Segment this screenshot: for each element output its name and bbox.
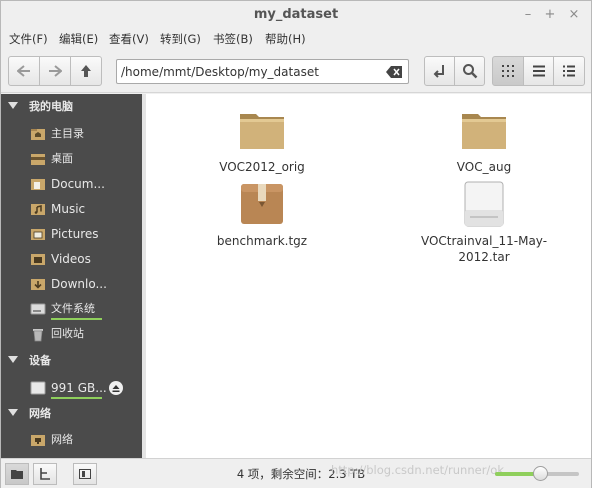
- tar-file-icon: [464, 181, 504, 227]
- sidebar-item-pictures[interactable]: Pictures: [1, 222, 142, 246]
- window-title: my_dataset: [253, 7, 339, 22]
- sidebar-section-label: 网络: [29, 407, 51, 420]
- sidebar-item-music[interactable]: Music: [1, 197, 142, 221]
- sidebar-item-disk[interactable]: 991 GB...: [1, 376, 142, 400]
- file-name: VOC_aug: [456, 160, 512, 174]
- show-tree-button[interactable]: [33, 463, 57, 485]
- minimize-button[interactable]: –: [520, 7, 536, 23]
- file-item[interactable]: VOCtrainval_11-May-2012.tar: [414, 180, 554, 265]
- list-view-icon: [532, 65, 545, 77]
- sidebar-item-trash[interactable]: 回收站: [1, 322, 142, 346]
- downloads-folder-icon: [31, 279, 45, 290]
- back-arrow-icon: [17, 65, 30, 77]
- compact-view-button[interactable]: [553, 56, 585, 86]
- maximize-button[interactable]: +: [542, 7, 558, 23]
- location-bar[interactable]: [116, 59, 409, 84]
- list-view-button[interactable]: [523, 56, 554, 86]
- sidebar-item-label: 文件系统: [51, 302, 95, 315]
- forward-button[interactable]: [39, 56, 71, 86]
- file-item[interactable]: VOC_aug: [414, 106, 554, 175]
- search-button[interactable]: [454, 56, 485, 86]
- sidebar-item-label: Docum...: [51, 177, 105, 191]
- sidebar-item-label: Pictures: [51, 227, 99, 241]
- archive-package-icon: [241, 184, 283, 224]
- menu-bookmarks[interactable]: 书签(B): [213, 29, 253, 49]
- icon-view-icon: [502, 65, 514, 77]
- sidebar-item-label: 991 GB...: [51, 381, 107, 395]
- usage-bar: [51, 318, 102, 320]
- folder-icon: [462, 114, 506, 149]
- menu-help[interactable]: 帮助(H): [265, 29, 306, 49]
- watermark-text: http://blog.csdn.net/runner/ok: [331, 463, 504, 477]
- sidebar-item-label: Downlo...: [51, 277, 107, 291]
- menu-go[interactable]: 转到(G): [160, 29, 201, 49]
- sidebar-toggle-icon: [79, 469, 91, 479]
- file-manager-window: my_dataset – + × 文件(F) 编辑(E) 查看(V) 转到(G)…: [0, 0, 592, 488]
- show-places-button[interactable]: [5, 463, 29, 485]
- toggle-sidebar-button[interactable]: [73, 463, 97, 485]
- icon-view-button[interactable]: [492, 56, 524, 86]
- pictures-folder-icon: [31, 229, 45, 240]
- sidebar-item-desktop[interactable]: 桌面: [1, 147, 142, 171]
- file-item[interactable]: VOC2012_orig: [192, 106, 332, 175]
- sidebar-section-computer[interactable]: 我的电脑: [1, 97, 142, 117]
- title-bar[interactable]: my_dataset – + ×: [1, 1, 591, 29]
- sidebar-item-home[interactable]: 主目录: [1, 122, 142, 146]
- sidebar-section-devices[interactable]: 设备: [1, 351, 142, 371]
- documents-folder-icon: [31, 179, 45, 190]
- file-view: VOC2012_orig VOC_aug benchmark.tgz VOCtr…: [146, 94, 591, 458]
- menu-file[interactable]: 文件(F): [9, 29, 48, 49]
- sidebar-item-documents[interactable]: Docum...: [1, 172, 142, 196]
- sidebar-item-label: Music: [51, 202, 86, 216]
- clear-backspace-icon[interactable]: [386, 66, 402, 78]
- music-folder-icon: [31, 204, 45, 215]
- location-input[interactable]: [121, 62, 381, 81]
- sidebar-item-label: 主目录: [51, 127, 84, 140]
- network-folder-icon: [31, 435, 45, 446]
- sidebar-item-label: Videos: [51, 252, 91, 266]
- videos-folder-icon: [31, 254, 45, 265]
- home-folder-icon: [31, 129, 45, 140]
- menu-bar: 文件(F) 编辑(E) 查看(V) 转到(G) 书签(B) 帮助(H): [1, 29, 591, 49]
- back-button[interactable]: [8, 56, 40, 86]
- zoom-slider[interactable]: [495, 466, 579, 481]
- expander-icon: [8, 409, 18, 416]
- sidebar-item-filesystem[interactable]: 文件系统: [1, 297, 142, 321]
- trash-icon: [33, 329, 43, 342]
- folder-places-icon: [11, 470, 23, 479]
- search-icon: [462, 64, 477, 79]
- desktop-folder-icon: [31, 154, 45, 165]
- folder-icon: [240, 114, 284, 149]
- file-name: VOCtrainval_11-May-2012.tar: [420, 234, 548, 264]
- file-item[interactable]: benchmark.tgz: [192, 180, 332, 249]
- sidebar-item-videos[interactable]: Videos: [1, 247, 142, 271]
- sidebar-section-label: 设备: [29, 354, 51, 367]
- tree-view-icon: [40, 468, 50, 480]
- hard-disk-icon: [30, 381, 46, 395]
- sidebar: 我的电脑 主目录 桌面 Docum... Music Pictures Vide…: [1, 94, 142, 458]
- up-button[interactable]: [70, 56, 102, 86]
- expander-icon: [8, 356, 18, 363]
- sidebar-item-label: 桌面: [51, 152, 73, 165]
- toggle-location-button[interactable]: [424, 56, 455, 86]
- menu-view[interactable]: 查看(V): [109, 29, 149, 49]
- sidebar-section-network[interactable]: 网络: [1, 404, 142, 424]
- up-arrow-icon: [81, 65, 91, 77]
- menu-edit[interactable]: 编辑(E): [59, 29, 98, 49]
- eject-icon[interactable]: [109, 381, 123, 395]
- sidebar-item-network[interactable]: 网络: [1, 428, 142, 452]
- file-name: benchmark.tgz: [216, 234, 308, 248]
- forward-arrow-icon: [49, 65, 62, 77]
- sidebar-item-downloads[interactable]: Downlo...: [1, 272, 142, 296]
- sidebar-item-label: 回收站: [51, 327, 84, 340]
- close-button[interactable]: ×: [566, 7, 582, 23]
- sidebar-item-label: 网络: [51, 433, 73, 446]
- file-name: VOC2012_orig: [219, 160, 305, 174]
- filesystem-drive-icon: [30, 303, 46, 315]
- usage-bar: [51, 397, 102, 399]
- compact-view-icon: [563, 65, 575, 77]
- expander-icon: [8, 102, 18, 109]
- toggle-location-icon: [433, 65, 444, 78]
- sidebar-section-label: 我的电脑: [29, 100, 73, 113]
